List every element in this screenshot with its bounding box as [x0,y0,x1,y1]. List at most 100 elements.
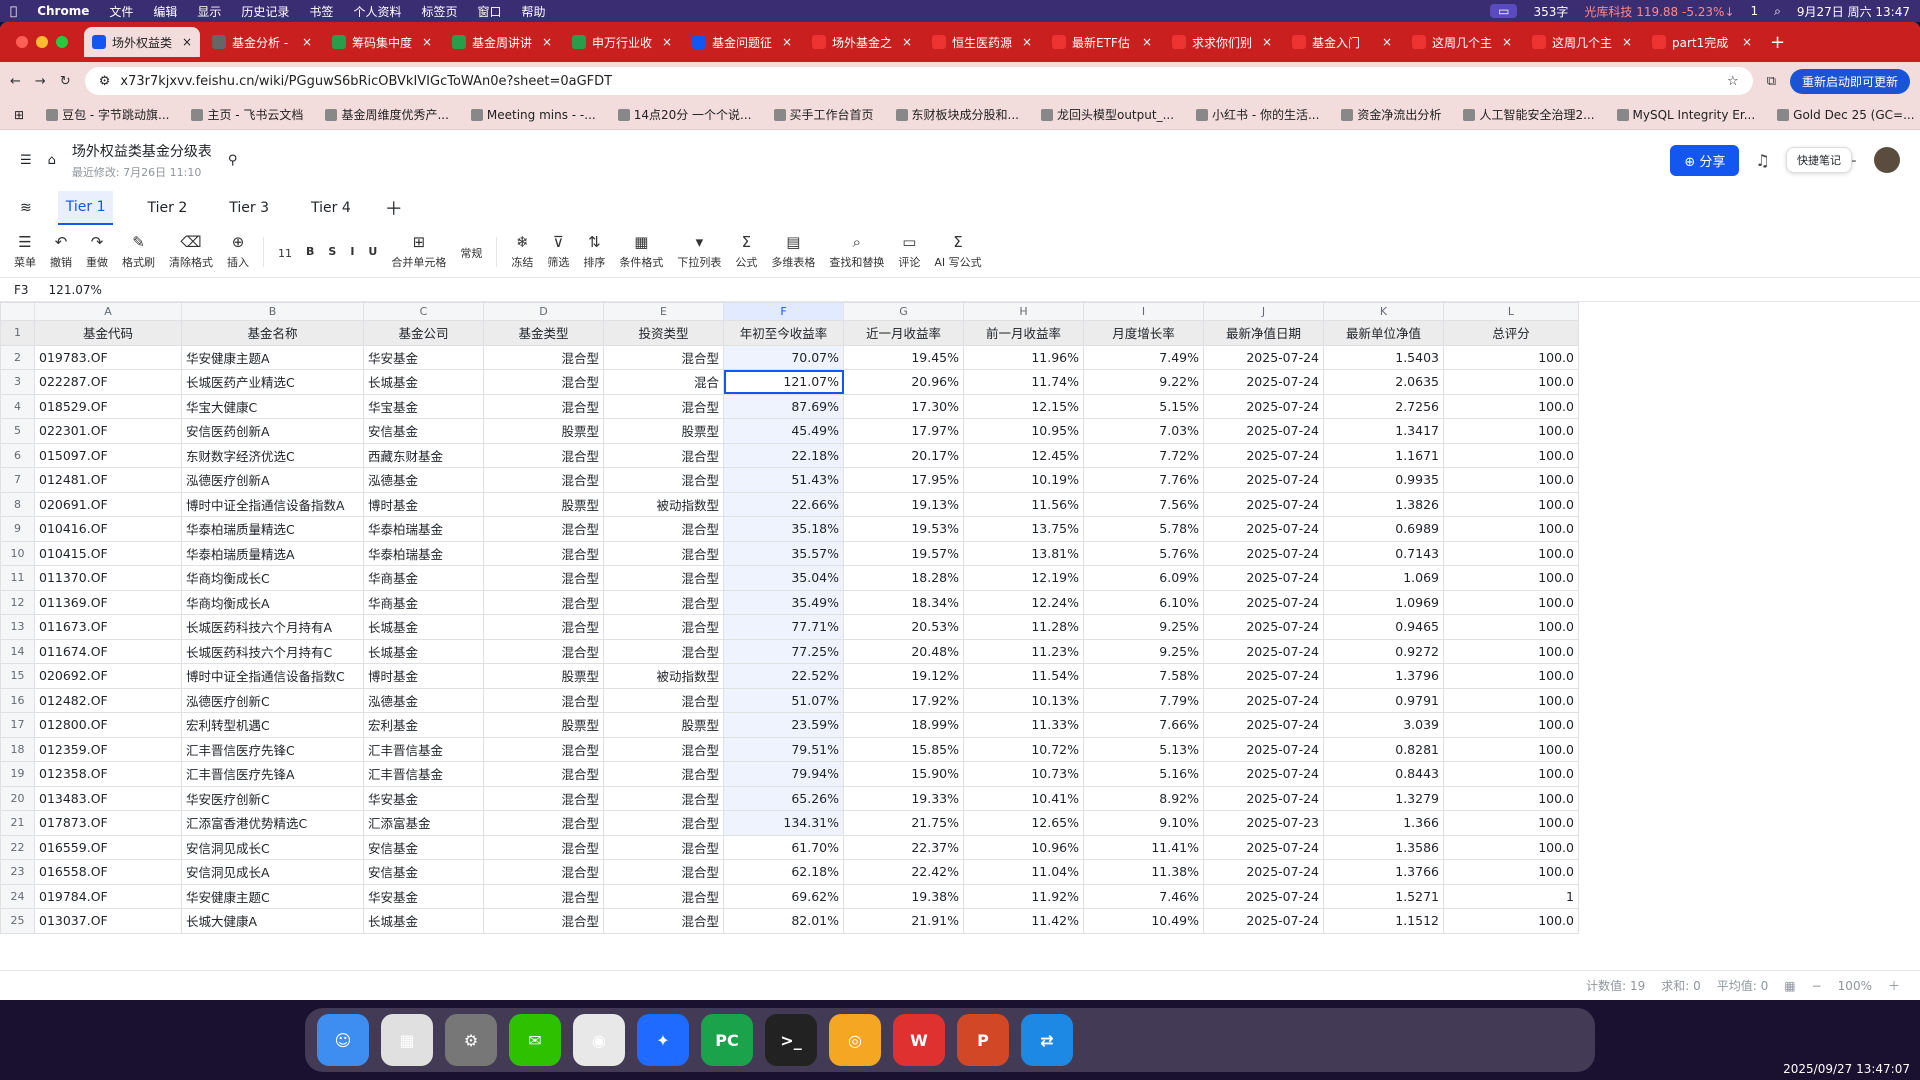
table-cell[interactable]: 混合型 [483,467,604,493]
menu-item[interactable]: 显示 [197,3,221,20]
table-cell[interactable]: 1.3417 [1323,418,1444,444]
toolbar-item-multi-table[interactable]: ▤ 多维表格 [771,233,815,270]
row-number[interactable]: 11 [0,565,35,591]
table-cell[interactable]: 7.46% [1083,883,1204,909]
bookmark-star-icon[interactable]: ☆ [1727,74,1739,89]
table-cell[interactable]: 混合型 [483,687,604,713]
bookmark-item[interactable]: Gold Dec 25 (GC=... [1777,108,1915,122]
table-cell[interactable]: 2025-07-24 [1203,589,1324,615]
table-cell[interactable]: 20.53% [843,614,964,640]
row-number[interactable]: 6 [0,442,35,468]
notification-icon[interactable]: ♫ [1755,151,1769,170]
table-cell[interactable]: 7.56% [1083,491,1204,517]
table-cell[interactable]: 019784.OF [34,883,182,909]
table-cell[interactable]: 1.5271 [1323,883,1444,909]
table-cell[interactable]: 东财数字经济优选C [181,442,364,468]
tab-close-icon[interactable]: × [1622,35,1632,49]
table-cell[interactable]: 7.76% [1083,467,1204,493]
zoom-level[interactable]: 100% [1838,979,1872,993]
dock-wechat-icon[interactable]: ✉ [509,1014,561,1066]
bookmark-item[interactable]: 小红书 - 你的生活... [1196,106,1319,123]
table-cell[interactable]: 100.0 [1443,344,1579,370]
zoom-in-icon[interactable]: ＋ [1888,977,1900,994]
table-cell[interactable]: 2.0635 [1323,369,1444,395]
row-number[interactable]: 10 [0,540,35,566]
browser-tab[interactable]: 这周几个主 × [1404,27,1520,57]
table-cell[interactable]: 1.069 [1323,565,1444,591]
bookmark-item[interactable]: 资金净流出分析 [1341,106,1441,123]
sheet-table[interactable]: A B C D E F G H I J K L 1 基金代码 基金名称 基金公司 基金类型 投资类型 年初至今收益率… [0,302,1579,934]
toolbar-item-find-replace[interactable]: ⌕ 查找和替换 [829,233,884,270]
table-cell[interactable]: 7.58% [1083,663,1204,689]
table-cell[interactable]: 混合型 [483,785,604,811]
table-cell[interactable]: 泓德基金 [363,687,484,713]
toolbar-item-number-format[interactable]: 常规 [460,242,482,261]
table-cell[interactable]: 2025-07-24 [1203,418,1324,444]
table-cell[interactable]: 11.38% [1083,859,1204,885]
column-header-a[interactable]: A [34,302,182,321]
table-cell[interactable]: 1.1512 [1323,908,1444,934]
table-cell[interactable]: 汇丰晋信基金 [363,736,484,762]
stock-ticker[interactable]: 光库科技 119.88 -5.23%↓ [1584,3,1734,20]
table-cell[interactable]: 1.0969 [1323,589,1444,615]
browser-tab[interactable]: 基金周讲讲 × [444,27,560,57]
browser-tab[interactable]: 申万行业收 × [564,27,680,57]
search-icon[interactable]: ⌕ [1774,4,1781,19]
toolbar-item-formula[interactable]: Σ 公式 [735,233,757,270]
table-cell[interactable]: 015097.OF [34,442,182,468]
table-cell[interactable]: 2025-07-24 [1203,491,1324,517]
table-cell[interactable]: 2025-07-23 [1203,810,1324,836]
table-cell[interactable]: 混合型 [483,540,604,566]
table-cell[interactable]: 35.18% [723,516,844,542]
table-cell[interactable]: 100.0 [1443,614,1579,640]
table-cell[interactable]: 35.49% [723,589,844,615]
table-cell[interactable]: 10.96% [963,834,1084,860]
table-cell[interactable]: 股票型 [603,418,724,444]
table-cell[interactable]: 2025-07-24 [1203,467,1324,493]
table-cell[interactable]: 股票型 [603,712,724,738]
dock-chrome-icon[interactable]: ◉ [573,1014,625,1066]
row-number[interactable]: 9 [0,516,35,542]
table-cell[interactable]: 011674.OF [34,638,182,664]
table-cell[interactable]: 011370.OF [34,565,182,591]
text-style-u-icon[interactable]: U [368,245,377,258]
table-cell[interactable]: 51.07% [723,687,844,713]
table-cell[interactable]: 17.95% [843,467,964,493]
table-cell[interactable]: 2025-07-24 [1203,883,1324,909]
table-cell[interactable]: 12.15% [963,393,1084,419]
table-cell[interactable]: 长城基金 [363,638,484,664]
table-cell[interactable]: 77.25% [723,638,844,664]
table-cell[interactable]: 华安基金 [363,344,484,370]
bookmark-item[interactable]: 主页 - 飞书云文档 [191,106,303,123]
table-cell[interactable]: 汇添富基金 [363,810,484,836]
table-cell[interactable]: 1.3766 [1323,859,1444,885]
column-header-e[interactable]: E [603,302,724,321]
row-number[interactable]: 14 [0,638,35,664]
table-cell[interactable]: 10.73% [963,761,1084,787]
table-cell[interactable]: 100.0 [1443,442,1579,468]
table-cell[interactable]: 0.8281 [1323,736,1444,762]
table-cell[interactable]: 100.0 [1443,491,1579,517]
table-cell[interactable]: 1.3279 [1323,785,1444,811]
tab-close-icon[interactable]: × [902,35,912,49]
table-cell[interactable]: 012481.OF [34,467,182,493]
table-cell[interactable]: 12.19% [963,565,1084,591]
table-cell[interactable]: 混合型 [603,589,724,615]
table-cell[interactable]: 混合型 [603,540,724,566]
dock-launchpad-icon[interactable]: ▦ [381,1014,433,1066]
table-cell[interactable]: 8.92% [1083,785,1204,811]
table-cell[interactable]: 混合型 [483,810,604,836]
table-cell[interactable]: 汇丰晋信医疗先锋A [181,761,364,787]
table-cell[interactable]: 0.9791 [1323,687,1444,713]
table-cell[interactable]: 11.28% [963,614,1084,640]
table-cell[interactable]: 5.78% [1083,516,1204,542]
text-style-s-icon[interactable]: S [328,245,336,258]
sheet-tab[interactable]: Tier 1 [57,191,114,225]
toolbar-item-menu[interactable]: ☰ 菜单 [14,233,36,270]
table-cell[interactable]: 混合型 [483,369,604,395]
table-cell[interactable]: 混合型 [603,687,724,713]
table-cell[interactable]: 混合型 [483,516,604,542]
table-cell[interactable]: 5.15% [1083,393,1204,419]
table-cell[interactable]: 019783.OF [34,344,182,370]
tab-close-icon[interactable]: × [1502,35,1512,49]
